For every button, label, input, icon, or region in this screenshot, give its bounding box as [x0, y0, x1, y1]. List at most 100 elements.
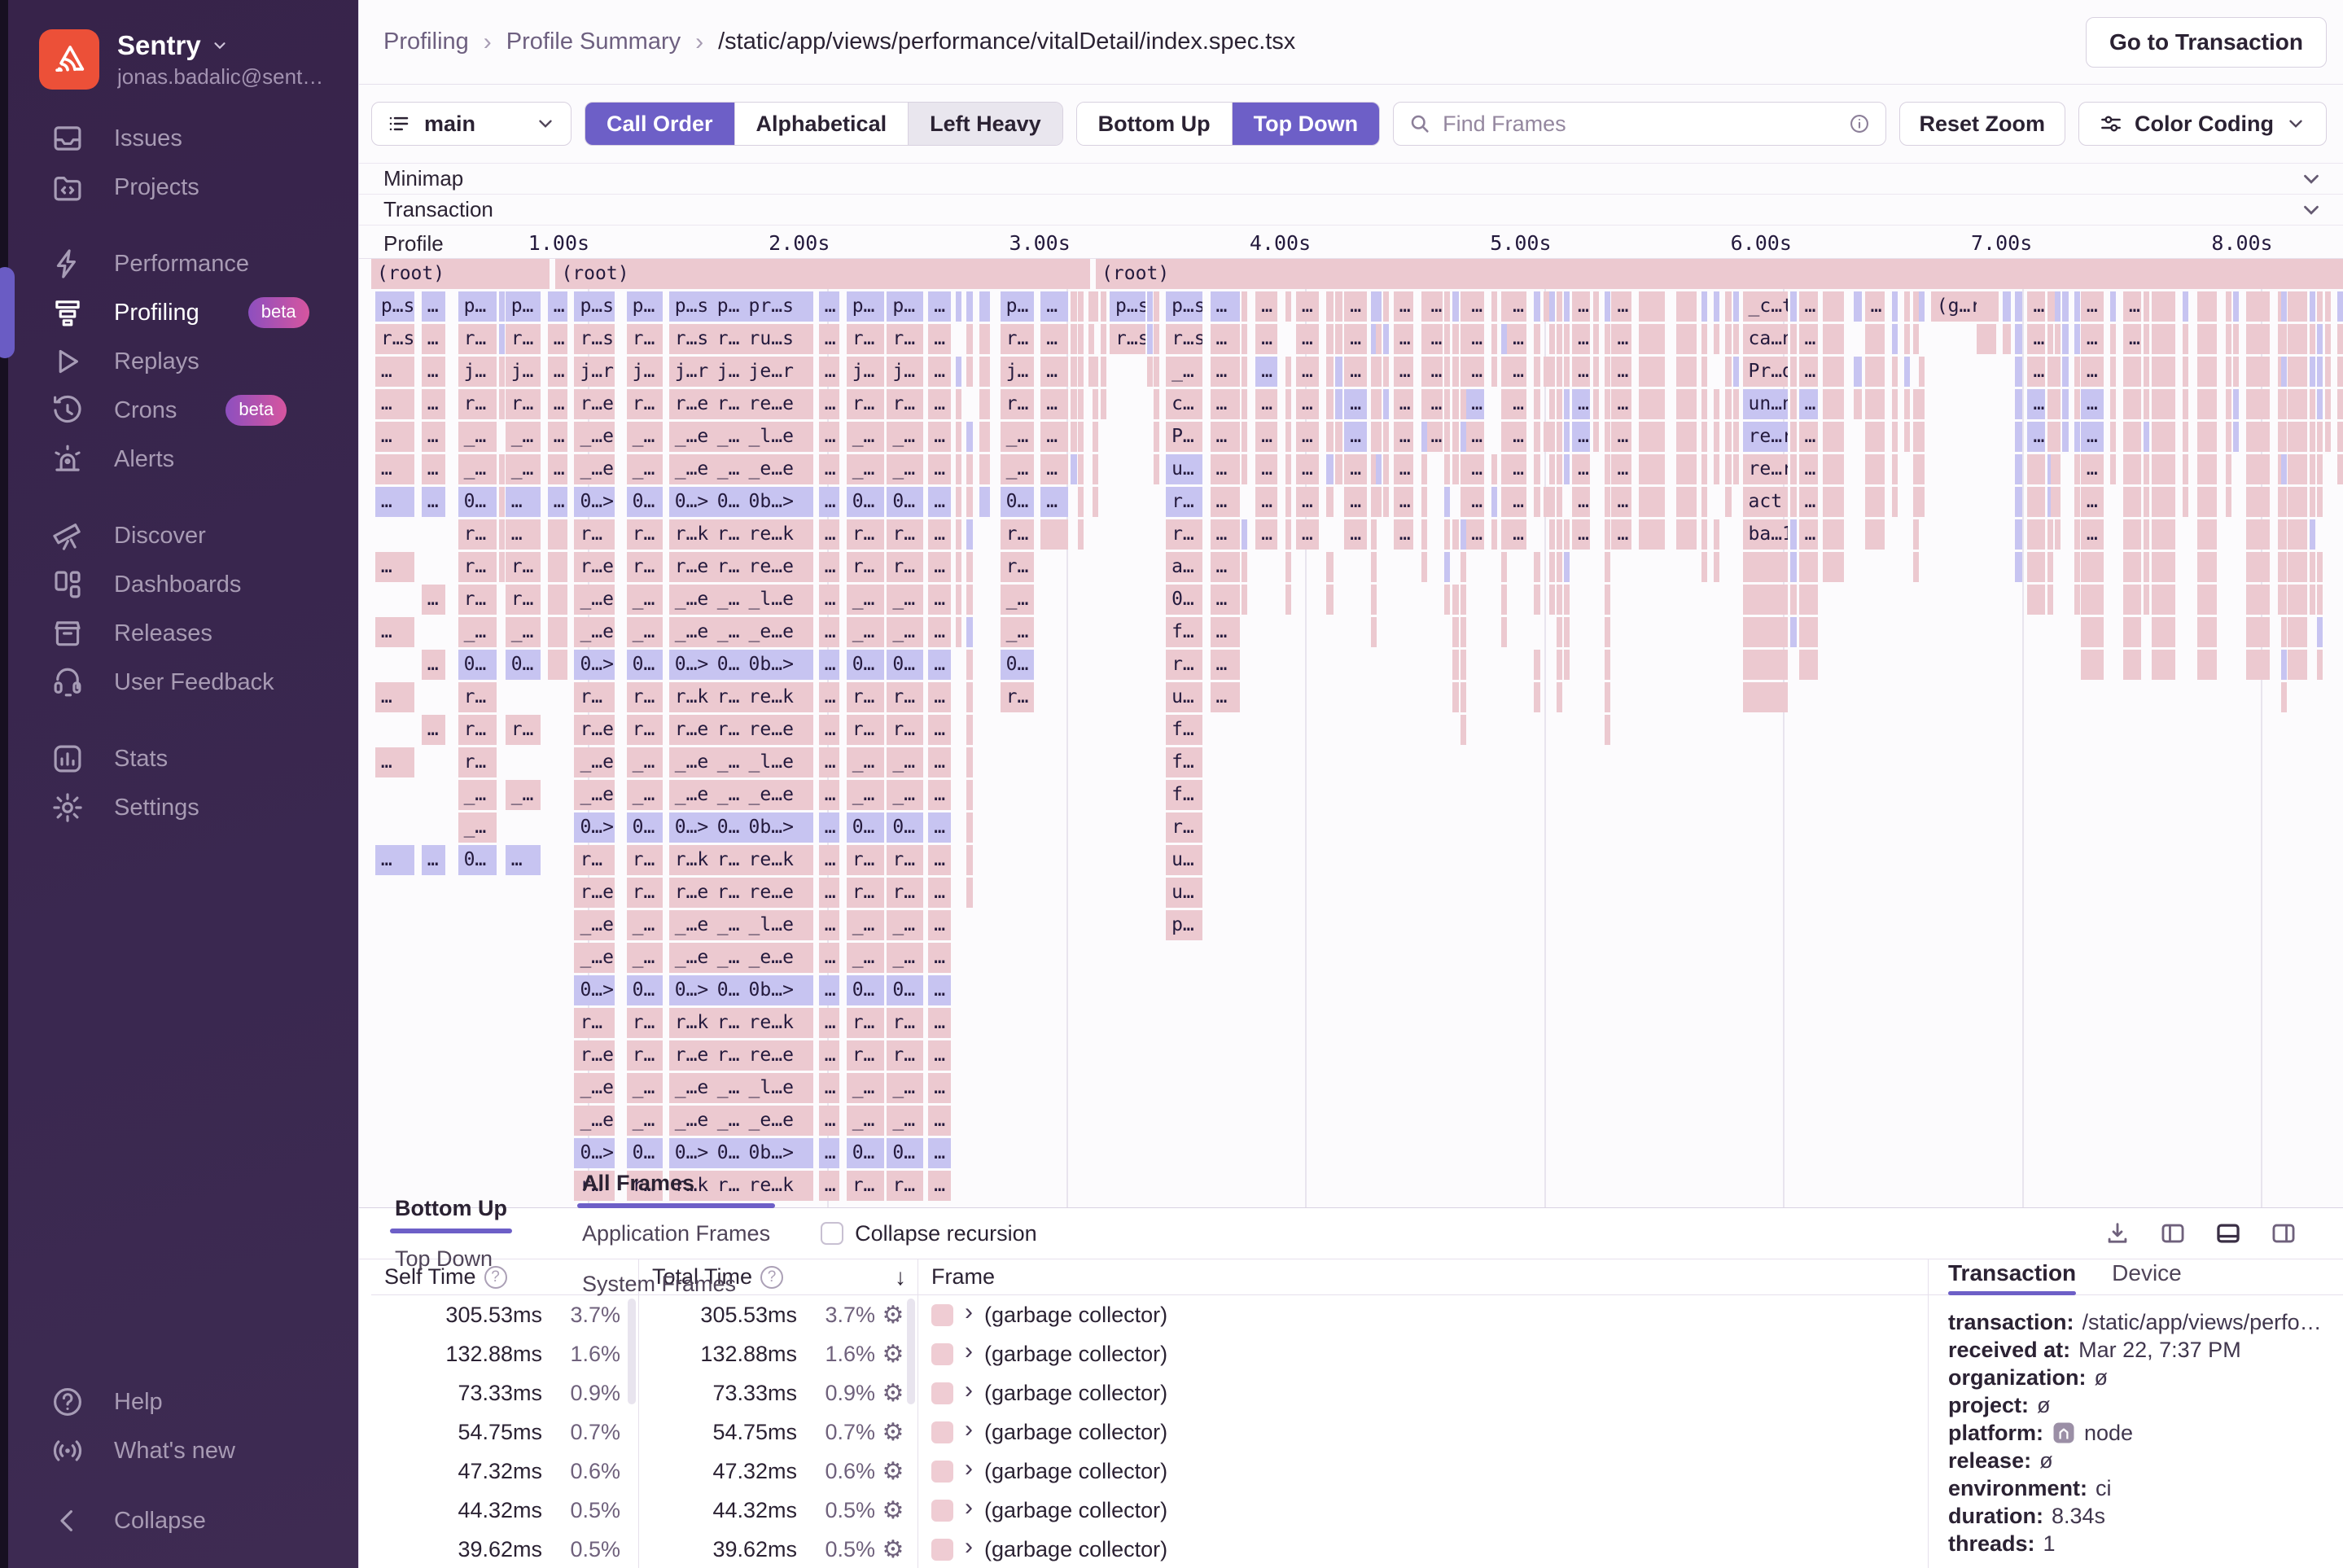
flame-cell[interactable] [1461, 487, 1466, 517]
flame-cell[interactable] [2055, 487, 2061, 517]
flame-cell[interactable] [2246, 650, 2270, 680]
flame-cell[interactable] [1605, 585, 1610, 615]
flame-cell[interactable] [2144, 487, 2149, 517]
flame-cell[interactable] [1421, 324, 1427, 354]
flame-cell[interactable]: r… [1001, 682, 1034, 712]
flame-cell[interactable]: r… [712, 519, 743, 550]
flame-cell[interactable]: 0… [627, 487, 663, 517]
gear-icon[interactable]: ⚙ [875, 1535, 911, 1564]
flame-cell[interactable] [499, 552, 505, 582]
flame-cell[interactable] [2055, 422, 2061, 452]
flame-cell[interactable] [1491, 291, 1497, 322]
collapse-recursion-checkbox[interactable]: Collapse recursion [821, 1221, 1037, 1246]
flame-cell[interactable]: … [1507, 487, 1526, 517]
flame-cell[interactable] [1242, 519, 1247, 550]
flame-cell[interactable]: _… [1001, 617, 1034, 647]
flame-cell[interactable]: _l…e [743, 910, 813, 940]
flame-cell[interactable] [1701, 454, 1707, 484]
flame-cell[interactable] [1799, 617, 1818, 647]
flame-cell[interactable]: _… [458, 812, 497, 843]
flame-cell[interactable] [2246, 324, 2270, 354]
flame-cell[interactable] [2152, 357, 2175, 387]
flame-cell[interactable] [2183, 487, 2188, 517]
flame-cell[interactable]: … [1344, 357, 1367, 387]
flame-cell[interactable] [1078, 389, 1084, 419]
flame-cell[interactable]: … [819, 1073, 839, 1103]
flame-cell[interactable] [1557, 487, 1562, 517]
flame-cell[interactable]: _l…e [743, 1073, 813, 1103]
flame-cell[interactable]: … [548, 291, 567, 322]
flame-cell[interactable] [1892, 487, 1898, 517]
flame-cell[interactable] [1461, 389, 1466, 419]
flame-cell[interactable]: _…e [669, 1106, 712, 1136]
flame-cell[interactable] [1676, 487, 1696, 517]
flame-cell[interactable]: r… [887, 324, 923, 354]
flame-cell[interactable] [1790, 585, 1796, 615]
flame-cell[interactable]: … [819, 552, 839, 582]
flame-cell[interactable]: _… [712, 422, 743, 452]
flame-cell[interactable]: _…e [669, 943, 712, 973]
flame-cell[interactable]: r… [887, 878, 923, 908]
flame-cell[interactable] [1725, 357, 1732, 387]
flame-root-cell[interactable]: (root) [1096, 259, 2343, 289]
flame-cell[interactable] [1790, 487, 1796, 517]
flame-cell[interactable] [1093, 487, 1098, 517]
flame-cell[interactable] [2123, 585, 2141, 615]
flame-cell[interactable] [2081, 650, 2104, 680]
flame-cell[interactable]: r… [574, 1008, 615, 1038]
flame-cell[interactable]: _… [712, 617, 743, 647]
layout-bottom-icon[interactable] [2214, 1220, 2242, 1247]
flame-cell[interactable] [2337, 324, 2343, 354]
flame-cell[interactable]: _… [1001, 585, 1034, 615]
expand-chevron-icon[interactable]: › [963, 1377, 974, 1409]
flame-cell[interactable] [2152, 389, 2175, 419]
flame-cell[interactable] [1557, 389, 1562, 419]
flame-cell[interactable]: … [1296, 519, 1319, 550]
flame-cell[interactable]: u… [1166, 878, 1202, 908]
table-row-total[interactable]: 73.33ms0.9%⚙ [639, 1373, 917, 1413]
flame-cell[interactable] [1093, 389, 1098, 419]
flame-cell[interactable] [1452, 519, 1460, 550]
flame-cell[interactable]: … [2081, 422, 2104, 452]
flame-cell[interactable]: 0… [458, 650, 497, 680]
flame-cell[interactable]: _l…e [743, 747, 813, 777]
flame-cell[interactable]: r…s [1110, 324, 1145, 354]
flame-cell[interactable]: … [928, 389, 951, 419]
flame-cell[interactable]: r… [847, 389, 884, 419]
flame-cell[interactable] [1823, 454, 1845, 484]
flame-cell[interactable] [2055, 357, 2061, 387]
flame-cell[interactable] [1676, 291, 1696, 322]
flame-cell[interactable] [1093, 454, 1098, 484]
flame-cell[interactable]: r… [458, 389, 497, 419]
flame-cell[interactable]: _… [712, 943, 743, 973]
flame-cell[interactable] [2144, 389, 2149, 419]
flame-cell[interactable] [1285, 422, 1291, 452]
flame-cell[interactable] [1444, 552, 1450, 582]
flame-cell[interactable]: … [422, 487, 445, 517]
gear-icon[interactable]: ⚙ [875, 1379, 911, 1408]
flame-cell[interactable] [966, 682, 972, 712]
flame-cell[interactable] [1335, 324, 1342, 354]
flame-cell[interactable] [2015, 552, 2023, 582]
flame-cell[interactable]: … [1344, 324, 1367, 354]
flame-cell[interactable] [1904, 389, 1910, 419]
flame-cell[interactable]: u… [1166, 454, 1202, 484]
flame-cell[interactable]: … [928, 812, 951, 843]
flame-cell[interactable] [1799, 585, 1818, 615]
flame-cell[interactable] [2281, 682, 2287, 712]
flame-cell[interactable]: … [928, 1073, 951, 1103]
flame-cell[interactable]: _c…t [1743, 291, 1789, 322]
flame-cell[interactable]: … [1799, 357, 1818, 387]
breadcrumb-item[interactable]: Profiling [383, 28, 469, 55]
flame-cell[interactable] [1101, 291, 1106, 322]
flame-cell[interactable]: 0… [887, 812, 923, 843]
flame-cell[interactable]: … [1611, 454, 1631, 484]
expand-chevron-icon[interactable]: › [963, 1455, 974, 1487]
flame-cell[interactable] [1913, 519, 1919, 550]
flame-cell[interactable] [1701, 552, 1707, 582]
flame-cell[interactable] [1383, 324, 1389, 354]
flame-cell[interactable] [2197, 357, 2217, 387]
flame-cell[interactable]: … [928, 585, 951, 615]
flame-cell[interactable]: … [928, 747, 951, 777]
flame-cell[interactable]: r… [506, 389, 541, 419]
